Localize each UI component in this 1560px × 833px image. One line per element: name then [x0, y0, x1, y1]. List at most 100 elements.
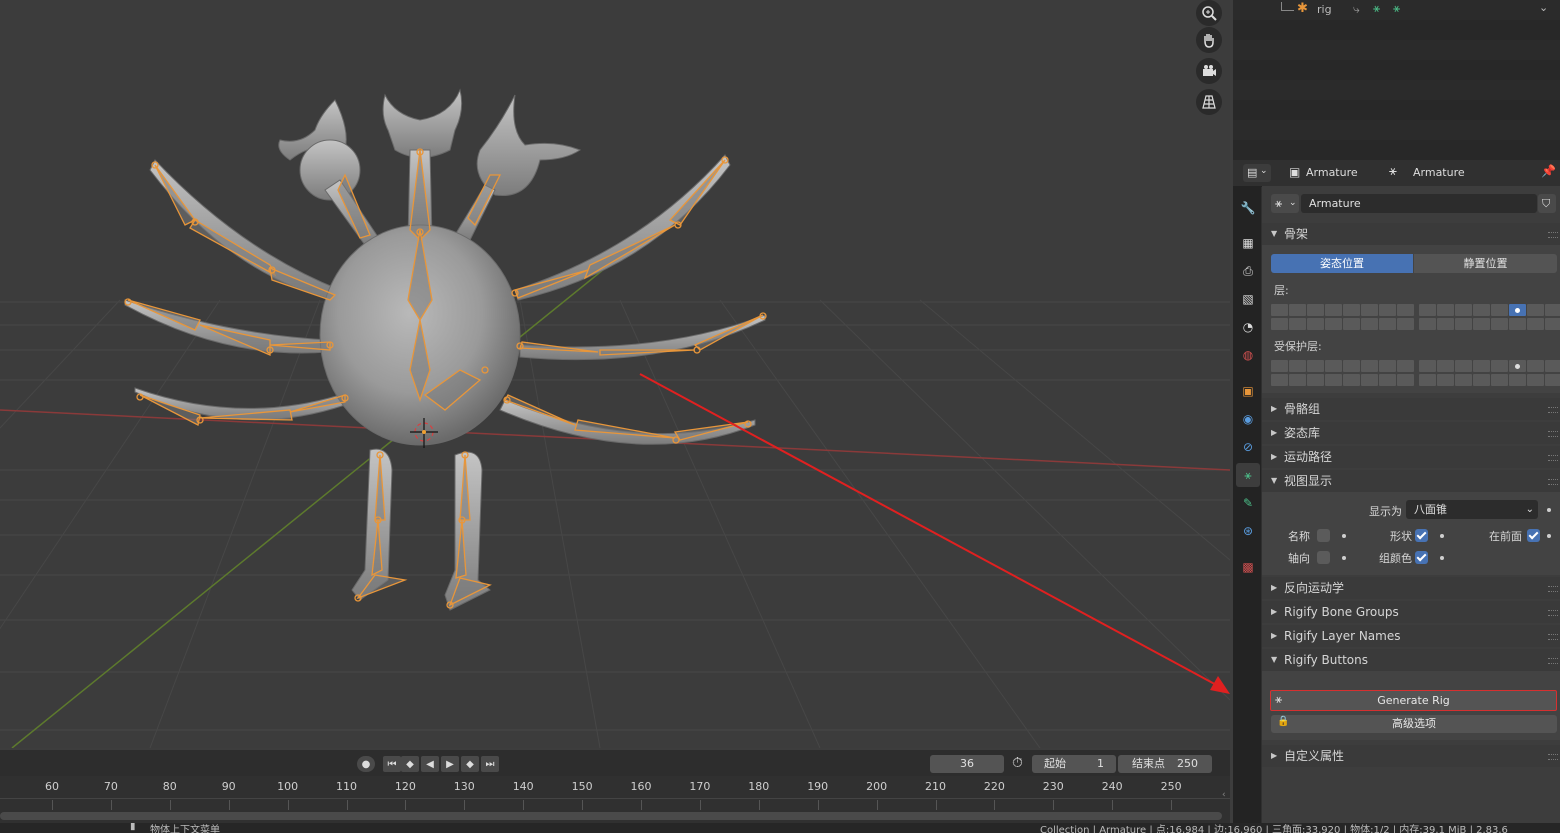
panel-skeleton-header[interactable]: ▼ 骨架: [1262, 223, 1560, 245]
view-layer-tab-icon[interactable]: ▧: [1236, 287, 1260, 311]
editor-type-button[interactable]: ▤ ⌄: [1243, 164, 1271, 182]
keyframe-dot-icon[interactable]: [1342, 534, 1346, 538]
panel-rigify-buttons-header[interactable]: ▼ Rigify Buttons: [1262, 649, 1560, 671]
ruler-tick-mark: [582, 800, 584, 810]
expanded-triangle-icon: ▼: [1271, 655, 1278, 664]
ruler-tick-label: 190: [807, 780, 829, 793]
end-frame-field[interactable]: 结束点 250: [1118, 755, 1212, 773]
keyframe-dot-icon[interactable]: [1440, 556, 1444, 560]
display-as-dropdown[interactable]: 八面锥 ⌄: [1406, 500, 1538, 519]
shapes-checkbox[interactable]: [1415, 529, 1428, 542]
mouse-icon: ▮: [130, 823, 136, 832]
outliner-row-rig[interactable]: ✱ rig ⤷ ⚹ ⚹ ⌄: [1233, 0, 1560, 20]
generate-rig-button[interactable]: ⚹ Generate Rig: [1270, 690, 1557, 711]
pan-hand-icon[interactable]: [1196, 27, 1222, 53]
tool-tab-icon[interactable]: 🔧: [1236, 196, 1260, 220]
names-checkbox[interactable]: [1317, 529, 1330, 542]
jump-to-keyframe-next-icon[interactable]: ◆: [461, 756, 479, 772]
layers-grid-left[interactable]: [1271, 304, 1414, 330]
viewport-scene: [0, 88, 1230, 748]
object-tab-icon[interactable]: ▣: [1236, 379, 1260, 403]
layers-grid-right[interactable]: [1419, 304, 1560, 330]
render-tab-icon[interactable]: ▦: [1236, 231, 1260, 255]
play-icon[interactable]: ▶: [441, 756, 459, 772]
zoom-icon[interactable]: [1196, 0, 1222, 26]
group-colors-checkbox[interactable]: [1415, 551, 1428, 564]
jump-to-keyframe-prev-icon[interactable]: ◆: [401, 756, 419, 772]
start-frame-field[interactable]: 起始 1: [1032, 755, 1116, 773]
advanced-options-button[interactable]: 🔒 高级选项: [1271, 715, 1557, 733]
bone-constraints-tab-icon[interactable]: ⊛: [1236, 519, 1260, 543]
pin-icon[interactable]: 📌: [1541, 164, 1556, 178]
chevron-down-icon[interactable]: ⌄: [1539, 1, 1548, 14]
3d-viewport[interactable]: [0, 0, 1230, 748]
drag-grip-icon[interactable]: [1548, 658, 1558, 664]
world-tab-icon[interactable]: ◍: [1236, 343, 1260, 367]
ruler-tick-label: 230: [1042, 780, 1064, 793]
keyframe-dot-icon[interactable]: [1440, 534, 1444, 538]
physics-tab-icon[interactable]: ◉: [1236, 407, 1260, 431]
panel-rigify-bone-groups-header[interactable]: ▶ Rigify Bone Groups: [1262, 601, 1560, 623]
bone-tab-icon[interactable]: ✎: [1236, 491, 1260, 515]
stopwatch-icon[interactable]: ⏱: [1012, 755, 1023, 771]
keyframe-dot-icon[interactable]: [1547, 508, 1551, 512]
protected-layers-grid-left[interactable]: [1271, 360, 1414, 386]
pose-position-button[interactable]: 姿态位置: [1271, 254, 1413, 273]
current-frame-field[interactable]: 36: [930, 755, 1004, 773]
protected-layers-grid-right[interactable]: [1419, 360, 1560, 386]
panel-custom-properties-header[interactable]: ▶ 自定义属性: [1262, 745, 1560, 767]
ruler-tick-mark: [52, 800, 53, 810]
ruler-tick-label: 170: [689, 780, 711, 793]
generate-rig-label: Generate Rig: [1377, 694, 1450, 707]
panel-viewport-display-label: 视图显示: [1284, 474, 1333, 488]
scene-tab-icon[interactable]: ◔: [1236, 315, 1260, 339]
ruler-tick-mark: [817, 800, 819, 810]
drag-grip-icon[interactable]: [1548, 455, 1558, 461]
timeline-ruler[interactable]: 60 70 80 90 100 110 120 130 140 150 160 170 180 190 20…: [0, 776, 1230, 823]
drag-grip-icon[interactable]: [1548, 407, 1558, 413]
status-left-text: 物体上下文菜单: [150, 825, 220, 833]
panel-ik-header[interactable]: ▶ 反向运动学: [1262, 577, 1560, 599]
camera-icon[interactable]: [1196, 58, 1222, 84]
panel-pose-library-header[interactable]: ▶ 姿态库: [1262, 422, 1560, 444]
panel-motion-paths-header[interactable]: ▶ 运动路径: [1262, 446, 1560, 468]
panel-viewport-display-body: 显示为 八面锥 ⌄ 名称 形状 在前面 轴向 组颜色: [1262, 492, 1560, 575]
axes-label: 轴向: [1288, 552, 1310, 565]
texture-tab-icon[interactable]: ▩: [1236, 555, 1260, 579]
drag-grip-icon[interactable]: [1548, 610, 1558, 616]
constraints-tab-icon[interactable]: ⊘: [1236, 435, 1260, 459]
properties-editor[interactable]: ▤ ⌄ ▣ Armature ⚹ Armature 📌 🔧 ▦ ⎙ ▧ ◔ ◍ …: [1233, 160, 1560, 823]
grid-perspective-icon[interactable]: [1196, 89, 1222, 115]
outliner-empty-row: [1233, 120, 1560, 140]
chevron-left-icon[interactable]: ‹: [1222, 790, 1226, 800]
fake-user-shield-icon[interactable]: ⛉: [1538, 194, 1556, 213]
timeline-scrollbar[interactable]: [0, 812, 1222, 820]
drag-grip-icon[interactable]: [1548, 232, 1558, 238]
drag-grip-icon[interactable]: [1548, 431, 1558, 437]
armature-data-tab-icon[interactable]: ⚹: [1236, 463, 1260, 487]
jump-to-end-icon[interactable]: ⏭: [481, 756, 499, 772]
panel-rigify-layer-names-header[interactable]: ▶ Rigify Layer Names: [1262, 625, 1560, 647]
ruler-divider: [0, 798, 1230, 799]
datablock-name-field[interactable]: Armature: [1301, 194, 1537, 213]
outliner[interactable]: ✱ rig ⤷ ⚹ ⚹ ⌄: [1233, 0, 1560, 160]
play-reverse-icon[interactable]: ◀: [421, 756, 439, 772]
keyframe-dot-icon[interactable]: [1547, 534, 1551, 538]
axes-checkbox[interactable]: [1317, 551, 1330, 564]
rest-position-button[interactable]: 静置位置: [1414, 254, 1557, 273]
panel-viewport-display-header[interactable]: ▼ 视图显示: [1262, 470, 1560, 492]
record-icon[interactable]: ●: [357, 756, 375, 772]
panel-bone-groups-header[interactable]: ▶ 骨骼组: [1262, 398, 1560, 420]
drag-grip-icon[interactable]: [1548, 479, 1558, 485]
keyframe-dot-icon[interactable]: [1342, 556, 1346, 560]
drag-grip-icon[interactable]: [1548, 586, 1558, 592]
output-tab-icon[interactable]: ⎙: [1236, 259, 1260, 283]
datablock-browse-button[interactable]: ⚹ ⌄: [1271, 194, 1299, 213]
armature-data-icon: ⚹: [1389, 164, 1397, 179]
jump-to-start-icon[interactable]: ⏮: [383, 756, 401, 772]
in-front-checkbox[interactable]: [1527, 529, 1540, 542]
panel-rigify-buttons-body: ⚹ Generate Rig 🔒 高级选项: [1262, 671, 1560, 740]
drag-grip-icon[interactable]: [1548, 634, 1558, 640]
panel-skeleton-label: 骨架: [1284, 227, 1309, 241]
drag-grip-icon[interactable]: [1548, 754, 1558, 760]
